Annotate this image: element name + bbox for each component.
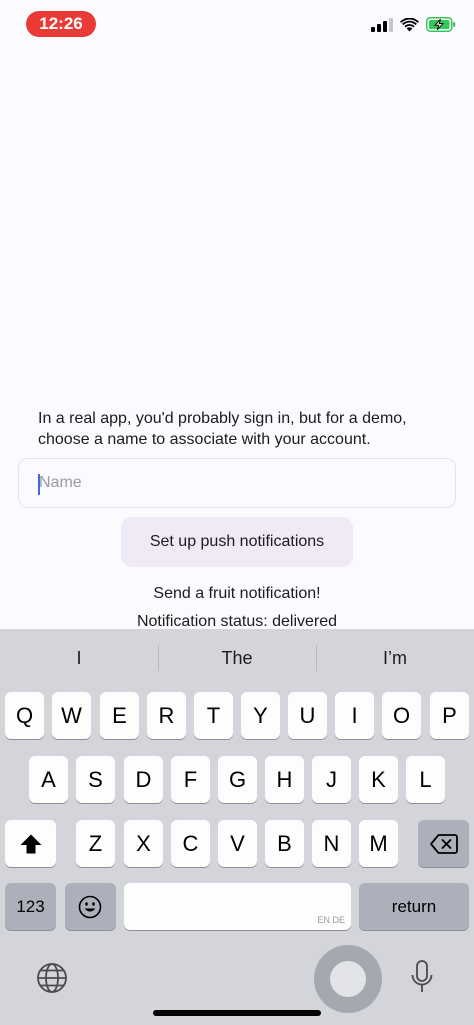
key-v[interactable]: V: [218, 820, 257, 867]
key-e[interactable]: E: [100, 692, 139, 739]
delete-icon: [430, 834, 458, 854]
key-h[interactable]: H: [265, 756, 304, 803]
battery-charging-icon: [426, 17, 456, 32]
key-p[interactable]: P: [430, 692, 469, 739]
key-j[interactable]: J: [312, 756, 351, 803]
key-c[interactable]: C: [171, 820, 210, 867]
key-u[interactable]: U: [288, 692, 327, 739]
numbers-key[interactable]: 123: [5, 883, 56, 930]
key-r[interactable]: R: [147, 692, 186, 739]
home-indicator[interactable]: [153, 1010, 321, 1016]
cellular-signal-icon: [371, 17, 393, 32]
key-i[interactable]: I: [335, 692, 374, 739]
key-l[interactable]: L: [406, 756, 445, 803]
emoji-key[interactable]: [65, 883, 116, 930]
status-icons: [371, 17, 456, 32]
shift-icon: [20, 834, 42, 854]
key-b[interactable]: B: [265, 820, 304, 867]
key-f[interactable]: F: [171, 756, 210, 803]
suggestion-1[interactable]: I: [0, 629, 158, 687]
name-input[interactable]: [39, 459, 449, 507]
shift-key[interactable]: [5, 820, 56, 867]
name-field[interactable]: [18, 458, 456, 508]
touch-indicator: [314, 945, 382, 1013]
key-g[interactable]: G: [218, 756, 257, 803]
intro-text: In a real app, you'd probably sign in, b…: [38, 410, 407, 448]
key-q[interactable]: Q: [5, 692, 44, 739]
status-bar: 12:26: [0, 0, 474, 50]
space-language-label: EN DE: [317, 915, 345, 925]
key-z[interactable]: Z: [76, 820, 115, 867]
keyboard: I The I’m Q W E R T Y U I O P A S D F G …: [0, 629, 474, 1025]
touch-indicator-center: [330, 961, 366, 997]
key-y[interactable]: Y: [241, 692, 280, 739]
globe-icon[interactable]: [34, 960, 70, 996]
suggestion-3[interactable]: I’m: [316, 629, 474, 687]
delete-key[interactable]: [418, 820, 469, 867]
suggestion-2[interactable]: The: [158, 629, 316, 687]
key-k[interactable]: K: [359, 756, 398, 803]
suggestion-bar: I The I’m: [0, 629, 474, 687]
key-w[interactable]: W: [52, 692, 91, 739]
setup-push-notifications-button[interactable]: Set up push notifications: [121, 517, 353, 567]
status-time: 12:26: [26, 11, 96, 37]
send-fruit-notification-link[interactable]: Send a fruit notification!: [0, 585, 474, 603]
key-o[interactable]: O: [382, 692, 421, 739]
key-s[interactable]: S: [76, 756, 115, 803]
key-x[interactable]: X: [124, 820, 163, 867]
key-t[interactable]: T: [194, 692, 233, 739]
return-key[interactable]: return: [359, 883, 469, 930]
emoji-icon: [78, 895, 102, 919]
key-m[interactable]: M: [359, 820, 398, 867]
microphone-icon[interactable]: [410, 959, 434, 997]
wifi-icon: [400, 17, 419, 31]
key-d[interactable]: D: [124, 756, 163, 803]
space-key[interactable]: EN DE: [124, 883, 351, 930]
key-n[interactable]: N: [312, 820, 351, 867]
key-a[interactable]: A: [29, 756, 68, 803]
